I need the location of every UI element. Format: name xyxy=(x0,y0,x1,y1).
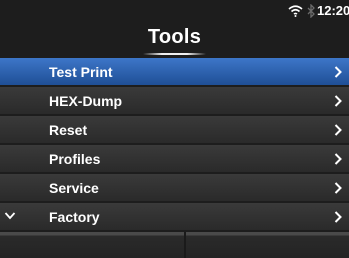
softkey-left-button[interactable] xyxy=(0,232,184,258)
chevron-right-icon xyxy=(334,211,342,223)
menu-item-label: Service xyxy=(49,180,99,196)
wifi-icon xyxy=(288,5,303,17)
chevron-down-icon xyxy=(4,212,16,220)
status-time: 12:20 xyxy=(317,3,349,18)
menu-item-label: Factory xyxy=(49,209,100,225)
softkey-right-button[interactable] xyxy=(186,232,349,258)
menu-item-label: HEX-Dump xyxy=(49,93,123,109)
chevron-right-icon xyxy=(334,95,342,107)
softkey-bar xyxy=(0,232,349,258)
menu-item-service[interactable]: Service xyxy=(0,174,349,201)
menu-item-test-print[interactable]: Test Print xyxy=(0,58,349,85)
status-bar: 12:20 xyxy=(0,0,349,24)
chevron-right-icon xyxy=(334,124,342,136)
menu-item-hex-dump[interactable]: HEX-Dump xyxy=(0,87,349,114)
title-underline xyxy=(143,53,206,55)
tools-menu: Test Print HEX-Dump Reset Profiles Servi… xyxy=(0,58,349,232)
bluetooth-icon xyxy=(307,4,315,18)
menu-item-reset[interactable]: Reset xyxy=(0,116,349,143)
menu-item-label: Test Print xyxy=(49,64,113,80)
page-title: Tools xyxy=(147,26,202,48)
menu-item-label: Reset xyxy=(49,122,88,138)
menu-item-label: Profiles xyxy=(49,151,101,167)
chevron-right-icon xyxy=(334,182,342,194)
menu-item-factory[interactable]: Factory xyxy=(0,203,349,230)
printer-screen: 12:20 Tools Test Print HEX-Dump Reset Pr… xyxy=(0,0,349,258)
chevron-right-icon xyxy=(334,153,342,165)
chevron-right-icon xyxy=(334,66,342,78)
menu-item-profiles[interactable]: Profiles xyxy=(0,145,349,172)
